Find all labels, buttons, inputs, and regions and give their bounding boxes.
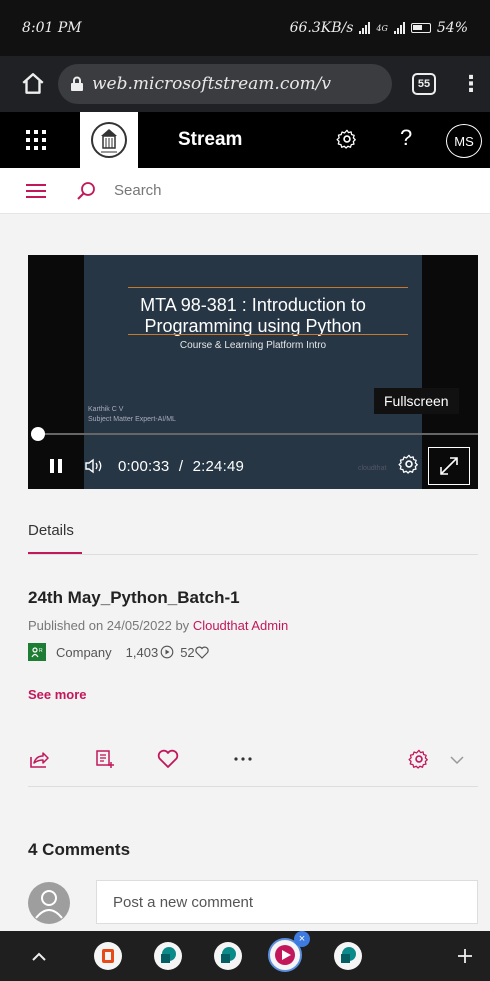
player-settings-icon[interactable] <box>398 453 420 475</box>
slide-title-line1: MTA 98-381 : Introduction to <box>140 295 366 315</box>
battery-icon <box>410 23 431 33</box>
slide-subtitle: Course & Learning Platform Intro <box>179 340 327 351</box>
visibility-label: Company <box>56 644 112 660</box>
sharepoint-app-icon-3[interactable] <box>334 942 362 970</box>
pause-icon[interactable] <box>50 459 62 473</box>
app-header: Stream ? MS <box>0 112 490 168</box>
heart-icon <box>194 646 209 659</box>
signal-icon <box>359 22 371 34</box>
time-separator: / <box>178 457 184 475</box>
status-time: 8:01 PM <box>22 20 82 36</box>
app-taskbar: × <box>0 931 490 981</box>
expand-icon <box>440 457 458 475</box>
fullscreen-button[interactable] <box>428 447 470 485</box>
volume-icon[interactable] <box>84 458 104 474</box>
lock-icon <box>71 76 83 91</box>
video-actions <box>28 748 478 772</box>
tab-divider <box>28 554 478 555</box>
add-icon[interactable] <box>456 947 474 965</box>
battery-level: 54% <box>436 20 468 36</box>
svg-text:R: R <box>39 648 43 654</box>
browser-toolbar: web.microsoftstream.com/v 55 ⋮ <box>0 56 490 112</box>
close-badge-icon[interactable]: × <box>294 931 310 947</box>
seek-bar[interactable] <box>36 433 478 435</box>
app-title[interactable]: Stream <box>178 129 242 151</box>
video-meta: R Company 1,403 52 <box>28 643 209 661</box>
url-text: web.microsoftstream.com/v <box>92 74 332 94</box>
network-speed: 66.3KB/s <box>289 20 354 36</box>
comments-heading: 4 Comments <box>28 840 131 859</box>
network-type: 4G <box>376 23 388 33</box>
slide-rule-top <box>128 287 408 288</box>
published-info: Published on 24/05/2022 by Cloudthat Adm… <box>28 618 288 633</box>
home-icon[interactable] <box>20 71 46 97</box>
office-app-icon[interactable] <box>94 942 122 970</box>
author-link[interactable]: Cloudthat Admin <box>193 618 288 633</box>
browser-menu-icon[interactable]: ⋮ <box>460 71 482 97</box>
comment-input[interactable]: Post a new comment <box>96 880 478 924</box>
seek-handle[interactable] <box>30 427 45 441</box>
signal-icon-2 <box>393 22 405 34</box>
status-indicators: 66.3KB/s 4G 54% <box>290 20 468 36</box>
chevron-up-icon[interactable] <box>30 949 48 963</box>
total-time: 2:24:49 <box>192 457 245 475</box>
current-time: 0:00:33 <box>118 457 170 475</box>
add-to-group-icon[interactable] <box>94 748 116 770</box>
play-count-icon <box>160 645 174 659</box>
settings-gear-icon[interactable] <box>336 128 358 150</box>
address-bar[interactable]: web.microsoftstream.com/v <box>58 64 392 104</box>
status-bar: 8:01 PM 66.3KB/s 4G 54% <box>0 0 490 56</box>
search-bar: Search <box>0 168 490 214</box>
presenter-caption: Karthik C V Subject Matter Expert-AI/ML <box>88 405 176 425</box>
company-visibility-icon: R <box>28 643 46 661</box>
person-icon <box>35 890 63 919</box>
likes-count: 52 <box>180 644 195 660</box>
video-title: 24th May_Python_Batch-1 <box>28 588 240 607</box>
see-more-link[interactable]: See more <box>28 687 87 702</box>
presenter-name: Karthik C V <box>88 406 124 413</box>
presenter-role: Subject Matter Expert-AI/ML <box>88 416 176 423</box>
tab-details[interactable]: Details <box>28 522 74 539</box>
organization-logo[interactable] <box>80 112 138 168</box>
chevron-down-icon[interactable] <box>448 748 466 770</box>
emblem-icon <box>91 122 127 158</box>
published-date: Published on 24/05/2022 by <box>28 618 190 633</box>
help-icon[interactable]: ? <box>400 125 412 151</box>
more-options-icon[interactable] <box>232 748 254 770</box>
like-heart-icon[interactable] <box>156 748 180 770</box>
slide-rule-bottom <box>128 334 408 335</box>
slide-title: MTA 98-381 : Introduction to Programming… <box>84 295 422 337</box>
actions-divider <box>28 786 478 787</box>
commenter-avatar <box>28 882 70 924</box>
menu-icon[interactable] <box>26 183 46 198</box>
app-launcher-icon[interactable] <box>26 128 50 152</box>
fullscreen-tooltip: Fullscreen <box>374 388 459 414</box>
tab-switcher-button[interactable]: 55 <box>412 73 436 95</box>
sharepoint-app-icon[interactable] <box>154 942 182 970</box>
time-readout: 0:00:33 / 2:24:49 <box>118 458 244 475</box>
player-controls: 0:00:33 / 2:24:49 <box>28 447 478 485</box>
sharepoint-app-icon-2[interactable] <box>214 942 242 970</box>
video-player[interactable]: MTA 98-381 : Introduction to Programming… <box>28 255 478 489</box>
search-icon[interactable] <box>76 181 96 201</box>
views-count: 1,403 <box>125 644 159 660</box>
share-icon[interactable] <box>28 748 50 770</box>
user-avatar[interactable]: MS <box>446 124 482 158</box>
video-settings-icon[interactable] <box>408 748 430 770</box>
search-input[interactable]: Search <box>114 182 162 199</box>
